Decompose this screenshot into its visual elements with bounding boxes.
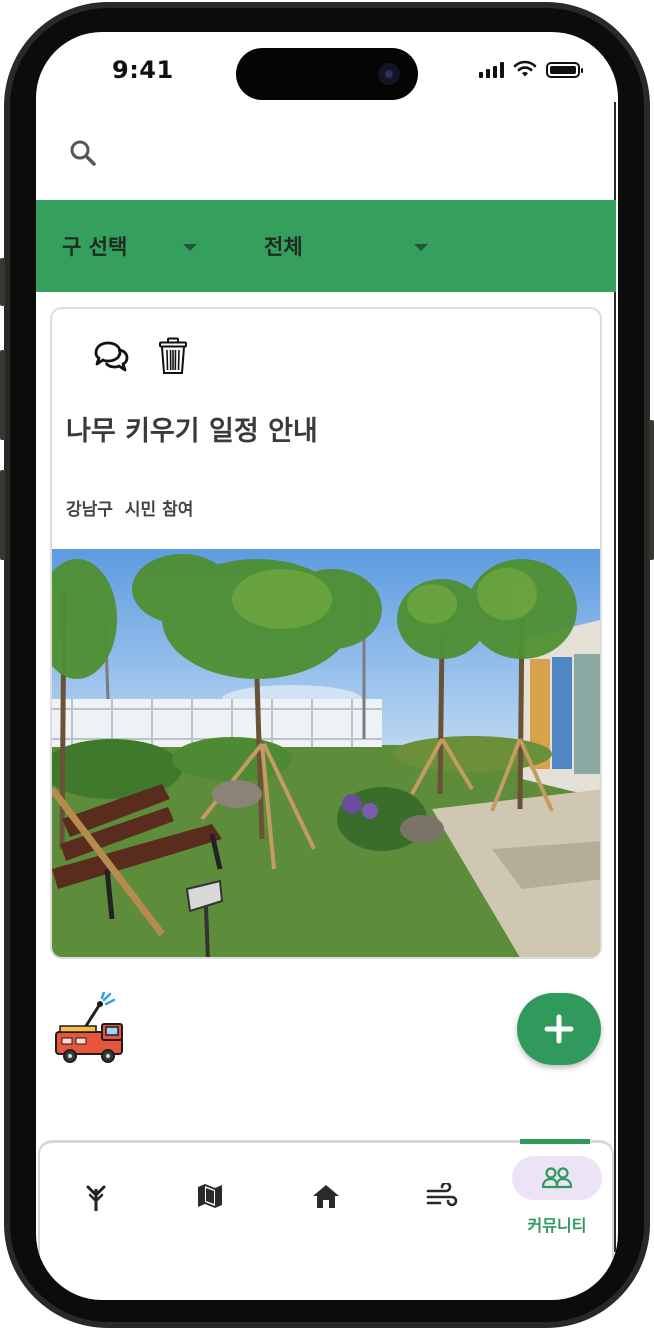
- category-select-label: 전체: [264, 235, 303, 259]
- plus-icon: [544, 1014, 574, 1044]
- power-button: [649, 420, 654, 560]
- volume-down-button: [0, 470, 5, 560]
- comments-icon[interactable]: [92, 339, 130, 373]
- filter-bar: 구 선택 전체: [36, 200, 616, 292]
- caret-down-icon: [183, 244, 197, 251]
- signal-icon: [479, 62, 504, 78]
- tree-sprout-icon: [86, 1185, 106, 1211]
- caret-down-icon: [414, 244, 428, 251]
- phone-frame: 9:41 구 선택 전체 나무 키우기 일정 안내 강남구 시민 참여 커뮤니티: [0, 0, 654, 1330]
- garden-photo: [52, 549, 600, 957]
- fire-truck-icon: [55, 992, 123, 1063]
- post-district: 강남구: [66, 500, 113, 520]
- post-meta: 강남구 시민 참여: [66, 495, 193, 520]
- camera-icon: [378, 63, 400, 85]
- search-button[interactable]: [66, 136, 100, 170]
- status-time: 9:41: [112, 56, 174, 84]
- post-card[interactable]: 나무 키우기 일정 안내 강남구 시민 참여: [50, 307, 602, 959]
- trash-icon[interactable]: [158, 337, 188, 375]
- nav-item-community-label[interactable]: 커뮤니티: [506, 1212, 608, 1236]
- post-photo: [52, 549, 600, 957]
- volume-up-button: [0, 350, 5, 440]
- home-icon: [313, 1185, 339, 1208]
- nav-item-home[interactable]: [286, 1143, 366, 1253]
- district-select-label: 구 선택: [62, 235, 128, 259]
- map-icon: [198, 1184, 222, 1208]
- nav-active-indicator: [520, 1139, 590, 1144]
- district-select[interactable]: 구 선택: [62, 200, 252, 292]
- search-icon: [70, 140, 96, 166]
- add-post-button[interactable]: [517, 993, 601, 1065]
- status-icons: [479, 60, 583, 78]
- nav-item-air[interactable]: [402, 1143, 482, 1253]
- battery-icon: [546, 62, 583, 78]
- nav-item-map[interactable]: [170, 1143, 250, 1253]
- dynamic-island: [236, 48, 418, 100]
- category-select[interactable]: 전체: [264, 200, 464, 292]
- app-screen: 9:41 구 선택 전체 나무 키우기 일정 안내 강남구 시민 참여 커뮤니티: [36, 32, 618, 1300]
- nav-item-tree[interactable]: [56, 1143, 136, 1253]
- wind-icon: [426, 1183, 458, 1207]
- silent-switch: [0, 258, 5, 306]
- nav-item-community[interactable]: [512, 1156, 602, 1200]
- post-title: 나무 키우기 일정 안내: [66, 416, 318, 447]
- wifi-icon: [513, 60, 537, 77]
- people-icon: [541, 1167, 573, 1189]
- post-category: 시민 참여: [124, 500, 194, 520]
